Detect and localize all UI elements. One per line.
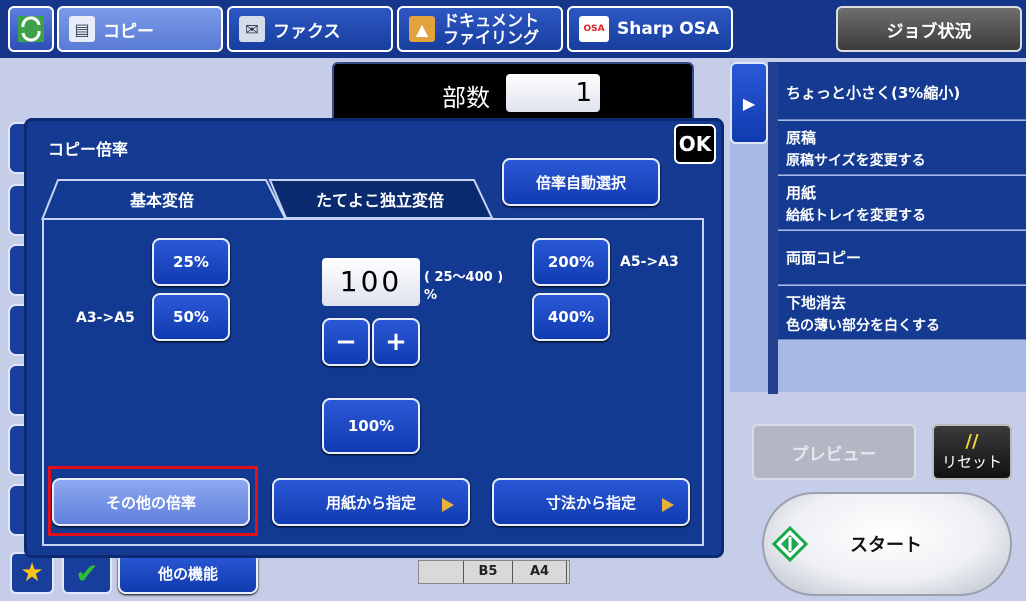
zoom-unit: % [424,288,438,303]
auto-select-label: 倍率自動選択 [535,173,626,192]
menu-item-title: ちょっと小さく(3%縮小) [786,84,961,102]
tab-copy-label: コピー [103,21,154,42]
menu-item-title: 用紙 [786,184,817,202]
from-size-button[interactable]: 寸法から指定 [492,478,690,526]
paper-tray-a4: A4 [513,561,567,583]
reset-button[interactable]: // リセット [932,424,1012,480]
menu-item-reduce-3[interactable]: ちょっと小さく(3%縮小) [778,62,1026,120]
menu-scroll-rail [768,62,778,394]
menu-item-paper[interactable]: 用紙 給紙トレイを変更する [778,176,1026,230]
check-button[interactable]: ✔ [62,552,112,594]
menu-item-original[interactable]: 原稿 原稿サイズを変更する [778,121,1026,175]
other-ratio-label: その他の倍率 [105,493,196,512]
zoom-value-input[interactable]: 100 [322,258,420,306]
reset-label: リセット [941,452,1002,471]
from-size-label: 寸法から指定 [545,493,636,512]
preset-25-label: 25% [173,253,209,271]
from-paper-button[interactable]: 用紙から指定 [272,478,470,526]
menu-item-sub: 原稿サイズを変更する [786,153,926,169]
fax-icon: ✉ [239,16,265,42]
ok-label: OK [678,132,712,156]
auto-select-ratio-button[interactable]: 倍率自動選択 [502,158,660,206]
dialog-title: コピー倍率 [48,140,129,159]
osa-icon: OSA [579,16,609,42]
tab-document-filing-label: ドキュメント ファイリング [443,11,540,47]
zoom-range: ( 25～400 ) [424,270,504,285]
star-icon: ★ [20,558,44,588]
increase-button[interactable]: + [372,318,420,366]
preset-200-label: 200% [547,253,595,271]
zoom-value: 100 [339,265,403,298]
menu-item-title: 両面コピー [786,249,862,267]
tab-sharp-osa-label: Sharp OSA [617,19,720,39]
tab-basic-label: 基本変倍 [129,191,194,210]
job-status-label: ジョブ状況 [886,21,972,42]
menu-item-title: 原稿 [786,129,817,147]
menu-item-sub: 給紙トレイを変更する [786,208,926,224]
refresh-icon [18,16,44,42]
minus-icon: − [335,327,357,357]
checkmark-icon: ✔ [75,556,99,590]
menu-item-title: 下地消去 [786,294,847,312]
reset-icon: // [965,430,979,452]
tab-xy-label: たてよこ独立変倍 [315,191,444,210]
preset-200-button[interactable]: 200% [532,238,610,286]
document-icon: ▤ [69,16,95,42]
other-functions-button[interactable]: 他の機能 [118,552,258,594]
tab-fax[interactable]: ✉ ファクス [227,6,393,52]
folder-icon: ▲ [409,16,435,42]
tab-sharp-osa[interactable]: OSA Sharp OSA [567,6,733,52]
copies-box: 部数 1 [332,62,694,124]
tab-basic-scaling[interactable]: 基本変倍 [64,182,260,216]
home-icon-button[interactable] [8,6,54,52]
paper-tray-b5: B5 [463,561,513,583]
other-ratio-button[interactable]: その他の倍率 [52,478,250,526]
start-button[interactable]: スタート [762,492,1012,596]
preset-25-button[interactable]: 25% [152,238,230,286]
collapse-menu-button[interactable]: ▶ [730,62,768,144]
copies-label: 部数 [442,84,490,112]
menu-item-background-erase[interactable]: 下地消去 色の薄い部分を白くする [778,286,1026,340]
job-status-button[interactable]: ジョブ状況 [836,6,1022,52]
preset-50-label: 50% [173,308,209,326]
chevron-right-icon: ▶ [742,93,756,113]
ok-button[interactable]: OK [674,124,716,164]
other-functions-label: 他の機能 [157,564,218,583]
start-diamond-icon [771,525,809,563]
copies-value: 1 [575,78,592,108]
preview-button[interactable]: プレビュー [752,424,916,480]
arrow-right-icon [662,498,674,512]
menu-item-sub: 色の薄い部分を白くする [786,318,940,334]
arrow-right-icon [442,498,454,512]
tab-xy-scaling[interactable]: たてよこ独立変倍 [282,182,478,216]
from-paper-label: 用紙から指定 [325,493,416,512]
preset-100-label: 100% [347,417,395,435]
preset-50-button[interactable]: 50% [152,293,230,341]
paper-tray-graphic: B5 A4 [418,560,570,584]
preset-400-label: 400% [547,308,595,326]
preset-400-button[interactable]: 400% [532,293,610,341]
tab-fax-label: ファクス [273,21,341,42]
label-a5-a3: A5->A3 [620,254,679,270]
tab-document-filing[interactable]: ▲ ドキュメント ファイリング [397,6,563,52]
menu-item-duplex[interactable]: 両面コピー [778,231,1026,285]
preview-label: プレビュー [791,444,877,465]
tab-copy[interactable]: ▤ コピー [57,6,223,52]
decrease-button[interactable]: − [322,318,370,366]
copies-input[interactable]: 1 [506,74,600,112]
plus-icon: + [385,327,407,357]
preset-100-button[interactable]: 100% [322,398,420,454]
start-label: スタート [850,535,922,556]
favorite-button[interactable]: ★ [10,552,54,594]
label-a3-a5: A3->A5 [76,310,135,326]
